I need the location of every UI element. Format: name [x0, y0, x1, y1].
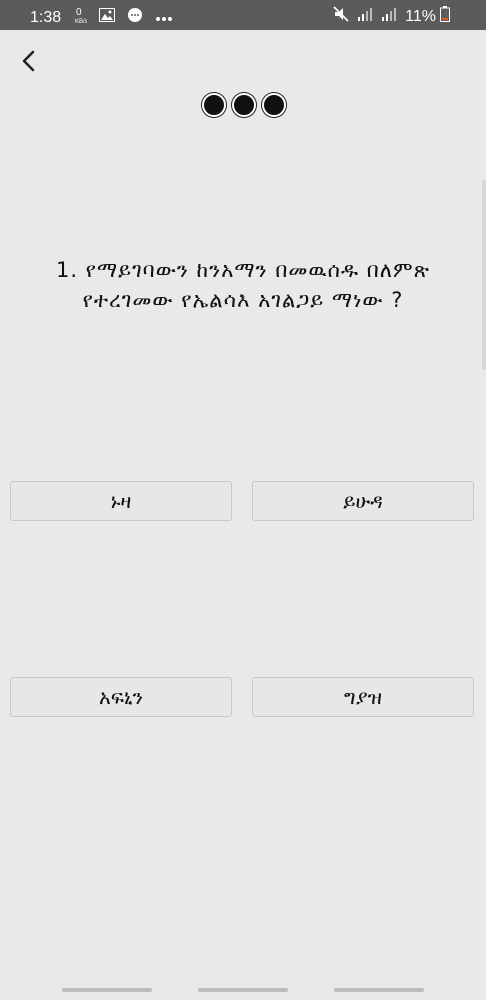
status-left: 1:38 0 KB/s — [30, 6, 185, 29]
battery-percent: 11% — [405, 7, 436, 25]
answer-option-1[interactable]: ኑዛ — [10, 481, 232, 521]
signal-icon — [357, 7, 373, 26]
answer-label: አፍኒን — [99, 685, 143, 709]
nav-hint-bar — [198, 988, 288, 992]
progress-dot — [262, 93, 286, 117]
more-icon — [155, 9, 173, 27]
status-time: 1:38 — [30, 8, 62, 26]
mute-icon — [333, 6, 349, 27]
data-speed-icon: 0 KB/s — [75, 6, 88, 29]
progress-dot — [232, 93, 256, 117]
progress-dots — [202, 93, 292, 117]
image-icon — [99, 8, 116, 27]
nav-hint-bar — [62, 988, 152, 992]
svg-text:KB/s: KB/s — [75, 19, 87, 24]
answer-label: ኑዛ — [110, 489, 132, 513]
status-bar: 1:38 0 KB/s 11% — [0, 0, 486, 30]
answer-label: ይሁዳ — [343, 489, 383, 513]
answer-option-4[interactable]: ግያዝ — [252, 677, 474, 717]
answer-option-3[interactable]: አፍኒን — [10, 677, 232, 717]
status-right: 11% — [333, 6, 458, 27]
answer-option-2[interactable]: ይሁዳ — [252, 481, 474, 521]
question-text: 1. የማይገባውን ከንአማን በመዉሰዱ በለምጽ የተረገመው የኤልሳእ… — [55, 258, 431, 312]
chat-icon — [127, 7, 143, 28]
answer-label: ግያዝ — [343, 685, 383, 709]
chevron-left-icon — [21, 50, 37, 76]
edge-panel-handle[interactable] — [482, 180, 486, 370]
battery-icon — [440, 6, 450, 27]
back-button[interactable] — [14, 48, 44, 78]
signal-icon — [381, 7, 397, 26]
progress-dot — [202, 93, 226, 117]
svg-text:0: 0 — [76, 7, 82, 18]
nav-hint-bar — [334, 988, 424, 992]
